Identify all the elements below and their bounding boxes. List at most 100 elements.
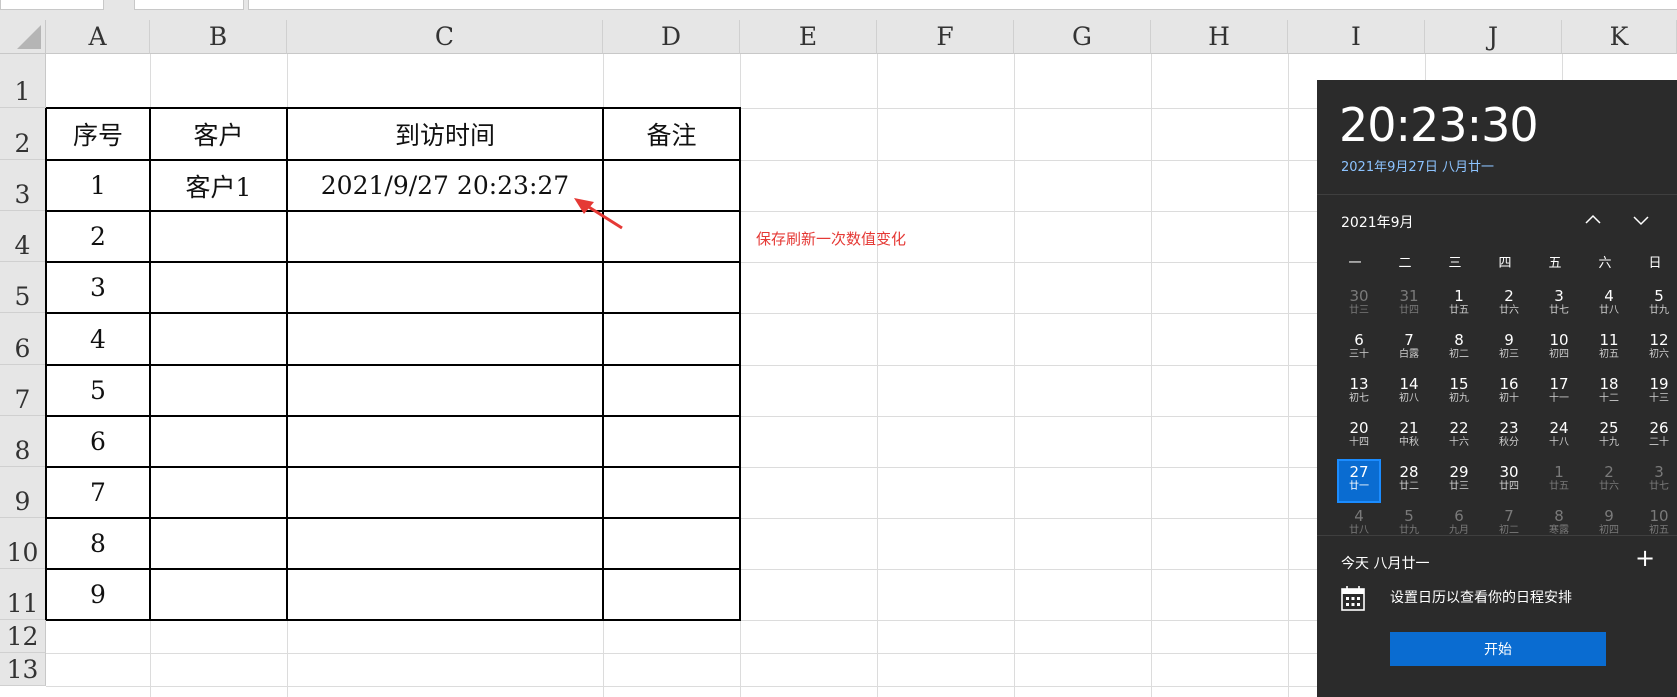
calendar-day[interactable]: 6 三十 bbox=[1339, 329, 1379, 369]
calendar-day[interactable]: 28 廿二 bbox=[1389, 461, 1429, 501]
month-label[interactable]: 2021年9月 bbox=[1341, 212, 1414, 232]
table-cell[interactable] bbox=[287, 262, 603, 313]
row-header[interactable]: 4 bbox=[0, 211, 46, 262]
calendar-day[interactable]: 6 九月 bbox=[1439, 505, 1479, 545]
calendar-day[interactable]: 13 初七 bbox=[1339, 373, 1379, 413]
table-cell[interactable] bbox=[603, 416, 740, 467]
calendar-day[interactable]: 19 十三 bbox=[1639, 373, 1677, 413]
calendar-day[interactable]: 4 廿八 bbox=[1589, 285, 1629, 325]
row-header[interactable]: 12 bbox=[0, 620, 46, 653]
table-cell[interactable] bbox=[150, 467, 287, 518]
table-cell[interactable]: 9 bbox=[46, 569, 150, 620]
table-header-cell[interactable]: 序号 bbox=[46, 108, 150, 160]
row-header[interactable]: 1 bbox=[0, 54, 46, 108]
column-header[interactable]: A bbox=[46, 20, 150, 54]
calendar-day[interactable]: 30 廿三 bbox=[1339, 285, 1379, 325]
table-cell[interactable]: 8 bbox=[46, 518, 150, 569]
row-header[interactable]: 10 bbox=[0, 518, 46, 569]
calendar-day[interactable]: 1 廿五 bbox=[1439, 285, 1479, 325]
table-cell[interactable]: 6 bbox=[46, 416, 150, 467]
table-cell[interactable]: 3 bbox=[46, 262, 150, 313]
table-cell[interactable] bbox=[287, 467, 603, 518]
table-cell[interactable]: 2021/9/27 20:23:27 bbox=[287, 160, 603, 211]
start-button[interactable]: 开始 bbox=[1390, 632, 1606, 666]
table-cell[interactable] bbox=[287, 569, 603, 620]
calendar-day[interactable]: 30 廿四 bbox=[1489, 461, 1529, 501]
column-header[interactable]: B bbox=[150, 20, 287, 54]
calendar-day[interactable]: 9 初三 bbox=[1489, 329, 1529, 369]
calendar-day[interactable]: 3 廿七 bbox=[1539, 285, 1579, 325]
name-box[interactable] bbox=[0, 0, 104, 10]
calendar-day[interactable]: 21 中秋 bbox=[1389, 417, 1429, 457]
table-cell[interactable] bbox=[150, 365, 287, 416]
calendar-day[interactable]: 25 十九 bbox=[1589, 417, 1629, 457]
add-event-icon[interactable]: + bbox=[1635, 546, 1655, 570]
table-cell[interactable]: 1 bbox=[46, 160, 150, 211]
column-header[interactable]: C bbox=[287, 20, 603, 54]
calendar-day[interactable]: 8 寒露 bbox=[1539, 505, 1579, 545]
column-header[interactable]: J bbox=[1425, 20, 1562, 54]
calendar-day[interactable]: 23 秋分 bbox=[1489, 417, 1529, 457]
calendar-day[interactable]: 14 初八 bbox=[1389, 373, 1429, 413]
table-cell[interactable] bbox=[603, 518, 740, 569]
table-cell[interactable] bbox=[150, 262, 287, 313]
table-cell[interactable] bbox=[603, 365, 740, 416]
calendar-day[interactable]: 16 初十 bbox=[1489, 373, 1529, 413]
table-cell[interactable]: 客户1 bbox=[150, 160, 287, 211]
row-header[interactable]: 5 bbox=[0, 262, 46, 313]
table-cell[interactable] bbox=[603, 262, 740, 313]
row-header[interactable]: 2 bbox=[0, 108, 46, 160]
table-header-cell[interactable]: 备注 bbox=[603, 108, 740, 160]
calendar-day[interactable]: 10 初五 bbox=[1639, 505, 1677, 545]
column-header[interactable]: D bbox=[603, 20, 740, 54]
row-header[interactable]: 11 bbox=[0, 569, 46, 620]
formula-buttons[interactable] bbox=[134, 0, 244, 10]
calendar-day[interactable]: 1 廿五 bbox=[1539, 461, 1579, 501]
calendar-day[interactable]: 11 初五 bbox=[1589, 329, 1629, 369]
calendar-day[interactable]: 7 初二 bbox=[1489, 505, 1529, 545]
row-header[interactable]: 13 bbox=[0, 653, 46, 686]
calendar-day[interactable]: 22 十六 bbox=[1439, 417, 1479, 457]
calendar-day[interactable]: 15 初九 bbox=[1439, 373, 1479, 413]
calendar-day[interactable]: 17 十一 bbox=[1539, 373, 1579, 413]
calendar-day[interactable]: 2 廿六 bbox=[1589, 461, 1629, 501]
table-cell[interactable] bbox=[150, 518, 287, 569]
calendar-day[interactable]: 5 廿九 bbox=[1389, 505, 1429, 545]
calendar-day[interactable]: 2 廿六 bbox=[1489, 285, 1529, 325]
calendar-day[interactable]: 5 廿九 bbox=[1639, 285, 1677, 325]
select-all-corner[interactable] bbox=[0, 20, 46, 54]
table-cell[interactable] bbox=[287, 416, 603, 467]
chevron-up-icon[interactable] bbox=[1581, 208, 1605, 232]
table-cell[interactable] bbox=[287, 365, 603, 416]
column-header[interactable]: G bbox=[1014, 20, 1151, 54]
full-date-link[interactable]: 2021年9月27日 八月廿一 bbox=[1341, 156, 1494, 175]
column-header[interactable]: E bbox=[740, 20, 877, 54]
column-header[interactable]: I bbox=[1288, 20, 1425, 54]
chevron-down-icon[interactable] bbox=[1629, 208, 1653, 232]
calendar-day[interactable]: 31 廿四 bbox=[1389, 285, 1429, 325]
calendar-day[interactable]: 10 初四 bbox=[1539, 329, 1579, 369]
table-cell[interactable] bbox=[287, 211, 603, 262]
table-cell[interactable] bbox=[603, 569, 740, 620]
calendar-day[interactable]: 7 白露 bbox=[1389, 329, 1429, 369]
calendar-day[interactable]: 26 二十 bbox=[1639, 417, 1677, 457]
row-header[interactable]: 8 bbox=[0, 416, 46, 467]
column-header[interactable]: K bbox=[1562, 20, 1677, 54]
table-cell[interactable]: 7 bbox=[46, 467, 150, 518]
calendar-day[interactable]: 4 廿八 bbox=[1339, 505, 1379, 545]
calendar-day[interactable]: 12 初六 bbox=[1639, 329, 1677, 369]
row-header[interactable]: 9 bbox=[0, 467, 46, 518]
table-cell[interactable] bbox=[603, 467, 740, 518]
calendar-day[interactable]: 9 初四 bbox=[1589, 505, 1629, 545]
calendar-day[interactable]: 18 十二 bbox=[1589, 373, 1629, 413]
table-cell[interactable]: 4 bbox=[46, 313, 150, 365]
table-cell[interactable]: 5 bbox=[46, 365, 150, 416]
column-header[interactable]: H bbox=[1151, 20, 1288, 54]
table-cell[interactable] bbox=[287, 313, 603, 365]
row-header[interactable]: 3 bbox=[0, 160, 46, 211]
table-cell[interactable] bbox=[150, 416, 287, 467]
calendar-day-today[interactable]: 27 廿一 bbox=[1337, 459, 1381, 503]
table-cell[interactable] bbox=[150, 313, 287, 365]
calendar-day[interactable]: 8 初二 bbox=[1439, 329, 1479, 369]
calendar-day[interactable]: 24 十八 bbox=[1539, 417, 1579, 457]
